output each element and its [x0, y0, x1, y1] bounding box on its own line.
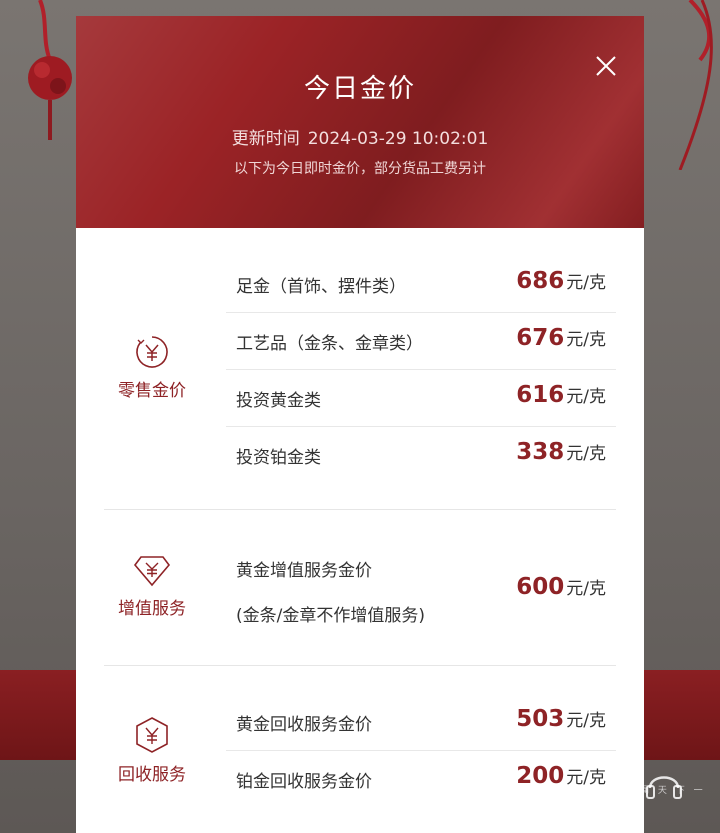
price-row-name: 足金（首饰、摆件类）	[236, 277, 406, 297]
close-icon[interactable]	[592, 52, 620, 80]
price-unit: 元/克	[566, 273, 606, 293]
price-row-value: 503 元/克	[516, 706, 606, 732]
hexagon-yuan-icon	[136, 717, 168, 753]
retail-category: 零售金价	[104, 334, 200, 401]
diamond-yuan-icon	[133, 556, 171, 587]
price-row-name: 投资铂金类	[236, 448, 321, 468]
update-time-line: 更新时间 2024-03-29 10:02:01	[76, 124, 644, 149]
gold-price-modal: 今日金价 更新时间 2024-03-29 10:02:01 以下为今日即时金价，部…	[76, 16, 644, 833]
price-number: 600	[516, 574, 565, 600]
update-time-label: 更新时间	[231, 129, 300, 149]
price-row-name: 铂金回收服务金价	[236, 772, 372, 792]
price-number: 676	[516, 325, 565, 351]
red-knot-decoration-right	[678, 0, 713, 170]
price-row: 投资黄金类 616 元/克	[226, 370, 616, 427]
price-row: 投资铂金类 338 元/克	[226, 427, 616, 483]
value-added-note: (金条/金章不作增值服务)	[236, 606, 425, 626]
value-added-category: 增值服务	[104, 552, 200, 619]
price-row-name: 工艺品（金条、金章类）	[236, 334, 423, 354]
price-row-value: 338 元/克	[516, 439, 606, 465]
retail-price-section: 零售金价 足金（首饰、摆件类） 686 元/克 工艺品（金条、金章类） 676 元/…	[104, 256, 616, 506]
price-unit: 元/克	[566, 444, 606, 464]
recycle-section: 回收服务 黄金回收服务金价 503 元/克 铂金回收服务金价 200 元/克	[104, 694, 616, 833]
yuan-circle-icon	[136, 336, 168, 368]
price-number: 686	[516, 268, 565, 294]
price-number: 200	[516, 763, 565, 789]
price-row: 黄金回收服务金价 503 元/克	[226, 694, 616, 751]
price-unit: 元/克	[566, 579, 606, 599]
red-knot-decoration-left	[28, 0, 72, 140]
recycle-category: 回收服务	[104, 716, 200, 785]
price-row-value: 200 元/克	[516, 763, 606, 789]
price-row-value: 616 元/克	[516, 382, 606, 408]
price-row: 铂金回收服务金价 200 元/克	[226, 751, 616, 807]
section-divider	[104, 665, 616, 666]
value-added-category-label: 增值服务	[118, 599, 186, 619]
modal-header: 今日金价 更新时间 2024-03-29 10:02:01 以下为今日即时金价，部…	[76, 16, 644, 228]
price-row: 足金（首饰、摆件类） 686 元/克	[226, 256, 616, 313]
update-time-value: 2024-03-29 10:02:01	[307, 129, 489, 149]
modal-subtitle: 以下为今日即时金价，部分货品工费另计	[234, 161, 486, 177]
price-unit: 元/克	[566, 387, 606, 407]
price-number: 338	[516, 439, 565, 465]
price-row-value: 686 元/克	[516, 268, 606, 294]
price-unit: 元/克	[566, 330, 606, 350]
price-unit: 元/克	[566, 711, 606, 731]
price-number: 503	[516, 706, 565, 732]
price-row: 工艺品（金条、金章类） 676 元/克	[226, 313, 616, 370]
value-added-name: 黄金增值服务金价	[236, 561, 372, 581]
headset-icon	[646, 776, 682, 799]
price-number: 616	[516, 382, 565, 408]
price-row-name: 投资黄金类	[236, 391, 321, 411]
retail-category-label: 零售金价	[118, 381, 186, 401]
price-row-name: 黄金回收服务金价	[236, 715, 372, 735]
value-added-section: 增值服务 黄金增值服务金价 (金条/金章不作增值服务) 600 元/克	[104, 510, 616, 665]
recycle-category-label: 回收服务	[118, 765, 186, 785]
modal-title: 今日金价	[303, 74, 416, 104]
price-unit: 元/克	[566, 768, 606, 788]
value-added-price: 600 元/克	[516, 574, 606, 600]
price-row-value: 676 元/克	[516, 325, 606, 351]
